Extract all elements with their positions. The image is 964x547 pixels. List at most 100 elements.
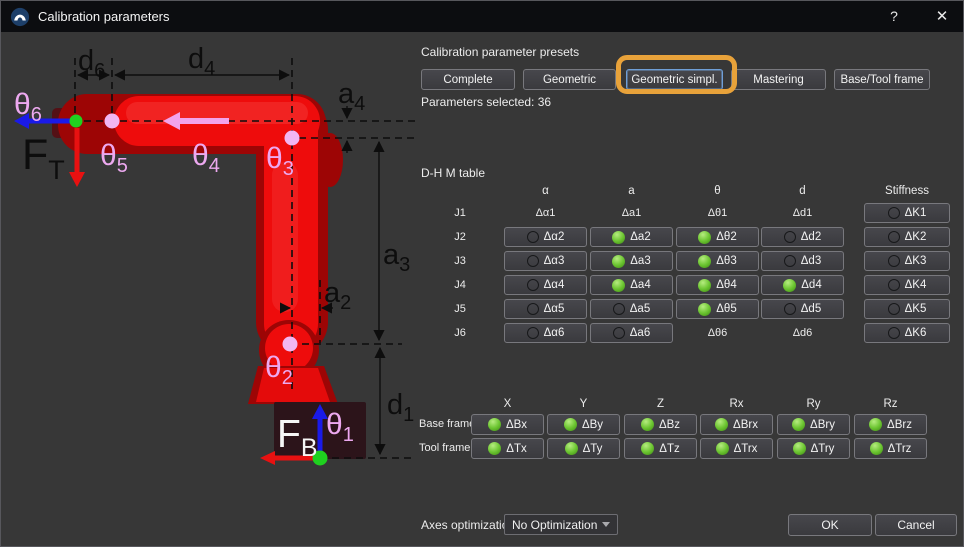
dh-column-header: Stiffness — [864, 185, 950, 197]
dim-label-a2: a2 — [324, 277, 351, 314]
dh-param-label: Δd5 — [801, 303, 821, 315]
dh-param-toggle[interactable]: Δd3 — [761, 251, 844, 271]
dh-param-label: ΔK3 — [905, 255, 927, 267]
dropdown-value: No Optimization — [512, 518, 597, 532]
dh-param-toggle[interactable]: ΔK2 — [864, 227, 950, 247]
radio-circle-icon — [784, 231, 796, 243]
dh-param-toggle[interactable]: ΔK4 — [864, 275, 950, 295]
dh-param-toggle[interactable]: Δα2 — [504, 227, 587, 247]
title-bar: Calibration parameters ? ✕ — [1, 1, 963, 32]
frame-param-label: ΔBz — [659, 419, 680, 431]
dh-param-toggle[interactable]: Δa3 — [590, 251, 673, 271]
dh-param-toggle[interactable]: ΔK5 — [864, 299, 950, 319]
dh-param-label: Δα6 — [544, 327, 565, 339]
frame-row-label: Tool frame — [419, 438, 470, 459]
frame-param-toggle[interactable]: ΔTrz — [854, 438, 927, 459]
dh-param-label: ΔK6 — [905, 327, 927, 339]
tool-frame-label: FT — [22, 131, 65, 185]
frame-param-toggle[interactable]: ΔBy — [547, 414, 620, 435]
frame-param-label: ΔBrx — [733, 419, 758, 431]
preset-geometric-button[interactable]: Geometric — [523, 69, 616, 90]
radio-circle-icon — [784, 255, 796, 267]
dh-param-toggle[interactable]: Δd5 — [761, 299, 844, 319]
frame-column-header: Ry — [777, 398, 850, 410]
frame-param-toggle[interactable]: ΔBrx — [700, 414, 773, 435]
frame-param-toggle[interactable]: ΔBz — [624, 414, 697, 435]
joint2-dot — [283, 337, 298, 352]
radio-circle-icon — [527, 231, 539, 243]
dh-param-toggle[interactable]: Δa4 — [590, 275, 673, 295]
close-icon[interactable]: ✕ — [925, 1, 959, 32]
preset-mastering-button[interactable]: Mastering — [731, 69, 826, 90]
dh-param-toggle[interactable]: Δθ3 — [676, 251, 759, 271]
frame-row-label: Base frame — [419, 414, 475, 435]
frame-param-toggle[interactable]: ΔTrx — [700, 438, 773, 459]
frame-param-label: ΔBrz — [887, 419, 912, 431]
radio-circle-icon — [527, 327, 539, 339]
dh-param-label: Δa5 — [630, 303, 650, 315]
ok-button[interactable]: OK — [788, 514, 872, 536]
dh-param-toggle[interactable]: Δd2 — [761, 227, 844, 247]
selected-dot-icon — [869, 418, 882, 431]
dim-label-a3: a3 — [383, 239, 410, 276]
dh-param-label: Δθ5 — [716, 303, 736, 315]
dh-param-toggle[interactable]: Δα4 — [504, 275, 587, 295]
frame-param-toggle[interactable]: ΔTry — [777, 438, 850, 459]
frame-param-label: ΔBx — [506, 419, 527, 431]
radio-circle-icon — [888, 303, 900, 315]
frame-param-toggle[interactable]: ΔBrz — [854, 414, 927, 435]
dh-param-label: ΔK1 — [905, 207, 927, 219]
dh-param-toggle[interactable]: Δα3 — [504, 251, 587, 271]
dh-param-toggle[interactable]: ΔK1 — [864, 203, 950, 223]
preset-complete-button[interactable]: Complete — [421, 69, 515, 90]
frame-param-toggle[interactable]: ΔTz — [624, 438, 697, 459]
frame-param-toggle[interactable]: ΔBry — [777, 414, 850, 435]
frame-param-toggle[interactable]: ΔTx — [471, 438, 544, 459]
dh-table-label: D-H M table — [421, 166, 485, 180]
dh-param-label: Δα1 — [504, 203, 587, 223]
dh-param-toggle[interactable]: Δα5 — [504, 299, 587, 319]
joint3-dot — [285, 131, 300, 146]
dh-param-toggle[interactable]: Δθ2 — [676, 227, 759, 247]
dh-param-toggle[interactable]: ΔK3 — [864, 251, 950, 271]
dh-param-toggle[interactable]: Δd4 — [761, 275, 844, 295]
axes-optimization-dropdown[interactable]: No Optimization — [504, 514, 618, 535]
frame-param-label: ΔTx — [506, 443, 526, 455]
preset-geometric-simpl-button[interactable]: Geometric simpl. — [626, 69, 723, 90]
dh-param-toggle[interactable]: ΔK6 — [864, 323, 950, 343]
frame-param-label: ΔTy — [583, 443, 603, 455]
dh-param-toggle[interactable]: Δa5 — [590, 299, 673, 319]
preset-base-tool-frame-button[interactable]: Base/Tool frame — [834, 69, 930, 90]
selected-dot-icon — [698, 303, 711, 316]
dh-param-toggle[interactable]: Δθ5 — [676, 299, 759, 319]
frame-column-header: Z — [624, 398, 697, 410]
frame-column-header: Rz — [854, 398, 927, 410]
dh-column-header: d — [761, 185, 844, 197]
dh-param-label: Δα3 — [544, 255, 565, 267]
selected-dot-icon — [612, 255, 625, 268]
dh-param-toggle[interactable]: Δα6 — [504, 323, 587, 343]
window-title: Calibration parameters — [38, 9, 170, 24]
dh-param-label: Δa2 — [630, 231, 650, 243]
dh-param-toggle[interactable]: Δa2 — [590, 227, 673, 247]
frame-column-header: X — [471, 398, 544, 410]
selected-dot-icon — [793, 442, 806, 455]
cancel-button[interactable]: Cancel — [875, 514, 957, 536]
dh-param-label: Δd2 — [801, 231, 821, 243]
dh-param-label: Δd4 — [801, 279, 821, 291]
app-logo-icon — [10, 7, 30, 27]
frame-param-toggle[interactable]: ΔTy — [547, 438, 620, 459]
dh-param-label: Δθ6 — [676, 323, 759, 343]
selected-dot-icon — [698, 231, 711, 244]
dh-param-toggle[interactable]: Δθ4 — [676, 275, 759, 295]
dim-label-a4: a4 — [338, 78, 365, 115]
dh-row-label: J2 — [436, 227, 484, 247]
frame-param-label: ΔBry — [810, 419, 835, 431]
help-button[interactable]: ? — [877, 1, 911, 32]
dh-row-label: J6 — [436, 323, 484, 343]
frame-param-toggle[interactable]: ΔBx — [471, 414, 544, 435]
radio-circle-icon — [888, 207, 900, 219]
dh-param-toggle[interactable]: Δa6 — [590, 323, 673, 343]
selected-dot-icon — [698, 279, 711, 292]
radio-circle-icon — [613, 327, 625, 339]
